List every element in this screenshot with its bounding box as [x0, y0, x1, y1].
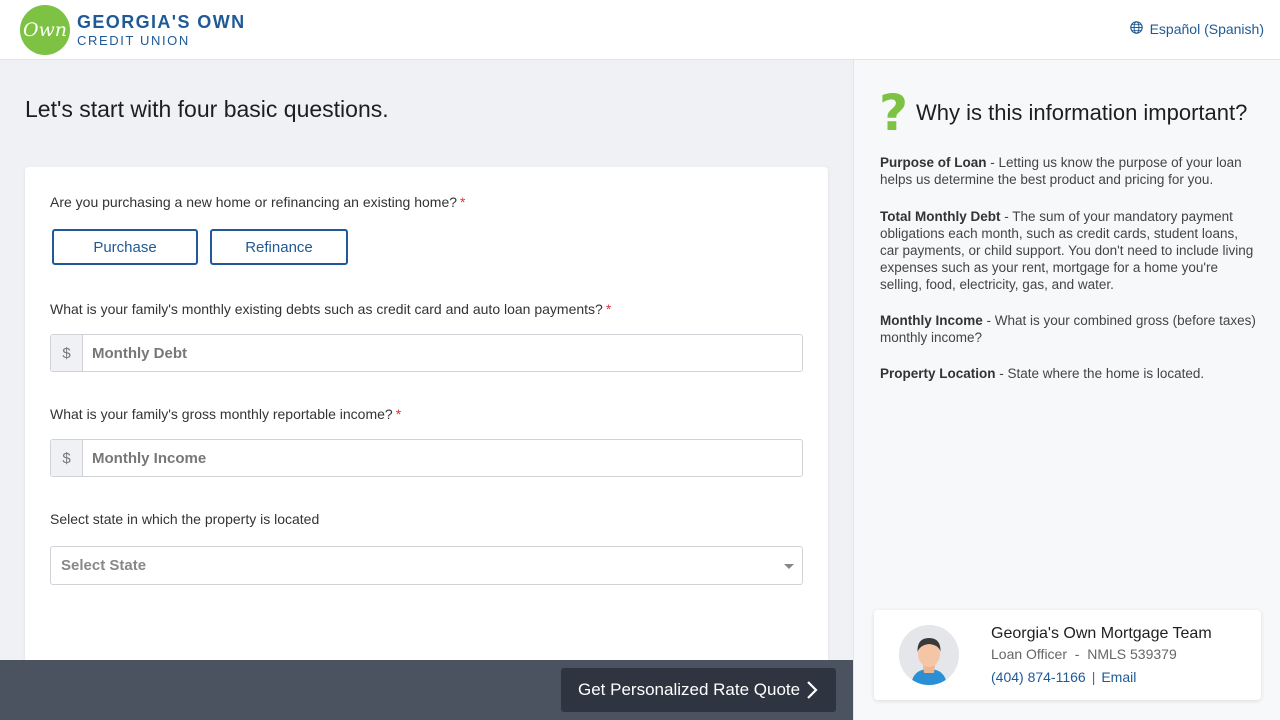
logo-mark: Own [20, 5, 70, 55]
monthly-income-input[interactable] [83, 440, 802, 476]
sidebar-header: ? Why is this information important? [879, 88, 1247, 138]
language-link[interactable]: Español (Spanish) [1129, 21, 1264, 37]
monthly-income-field: $ [50, 439, 803, 477]
refinance-button[interactable]: Refinance [210, 229, 348, 265]
avatar [899, 625, 959, 685]
email-link[interactable]: Email [1101, 669, 1136, 685]
logo[interactable]: Own GEORGIA'S OWN CREDIT UNION [20, 5, 245, 55]
dollar-addon: $ [51, 440, 83, 476]
question-monthly-debt: What is your family's monthly existing d… [50, 301, 612, 317]
dollar-addon: $ [51, 335, 83, 371]
info-item: Property Location - State where the home… [880, 366, 1205, 381]
required-marker: * [605, 301, 612, 317]
state-select[interactable]: Select State [50, 546, 803, 585]
chevron-right-icon [806, 680, 818, 705]
phone-link[interactable]: (404) 874-1166 [991, 669, 1086, 685]
required-marker: * [395, 406, 402, 422]
question-loan-purpose: Are you purchasing a new home or refinan… [50, 194, 466, 210]
page-title: Let's start with four basic questions. [25, 96, 389, 122]
info-item: Monthly Income - What is your combined g… [880, 313, 1256, 345]
action-bar: Get Personalized Rate Quote [0, 660, 853, 720]
contact-links: (404) 874-1166 | Email [991, 669, 1136, 685]
link-separator: | [1091, 669, 1096, 685]
cta-label: Get Personalized Rate Quote [578, 680, 801, 699]
get-rate-quote-button[interactable]: Get Personalized Rate Quote [561, 668, 836, 712]
question-mark-icon: ? [879, 84, 909, 142]
main-content: Let's start with four basic questions. A… [0, 60, 853, 720]
info-sidebar: ? Why is this information important? Pur… [853, 60, 1280, 720]
chevron-down-icon [784, 564, 794, 569]
state-select-value: Select State [61, 557, 147, 574]
question-form: Are you purchasing a new home or refinan… [25, 167, 828, 720]
info-item: Purpose of Loan - Letting us know the pu… [880, 155, 1242, 187]
officer-role: Loan Officer - NMLS 539379 [991, 646, 1177, 662]
language-label: Español (Spanish) [1149, 21, 1264, 37]
logo-subtitle: CREDIT UNION [77, 33, 190, 48]
globe-icon [1129, 21, 1150, 37]
monthly-debt-field: $ [50, 334, 803, 372]
monthly-debt-input[interactable] [83, 335, 802, 371]
sidebar-title: Why is this information important? [916, 100, 1248, 125]
site-header: Own GEORGIA'S OWN CREDIT UNION Español (… [0, 0, 1280, 60]
logo-title: GEORGIA'S OWN [77, 12, 246, 32]
required-marker: * [460, 194, 466, 210]
loan-officer-card: Georgia's Own Mortgage Team Loan Officer… [874, 610, 1261, 700]
info-item: Total Monthly Debt - The sum of your man… [880, 209, 1254, 292]
officer-name: Georgia's Own Mortgage Team [991, 625, 1212, 642]
question-property-state: Select state in which the property is lo… [50, 511, 320, 527]
question-monthly-income: What is your family's gross monthly repo… [50, 406, 402, 422]
purchase-button[interactable]: Purchase [52, 229, 198, 265]
